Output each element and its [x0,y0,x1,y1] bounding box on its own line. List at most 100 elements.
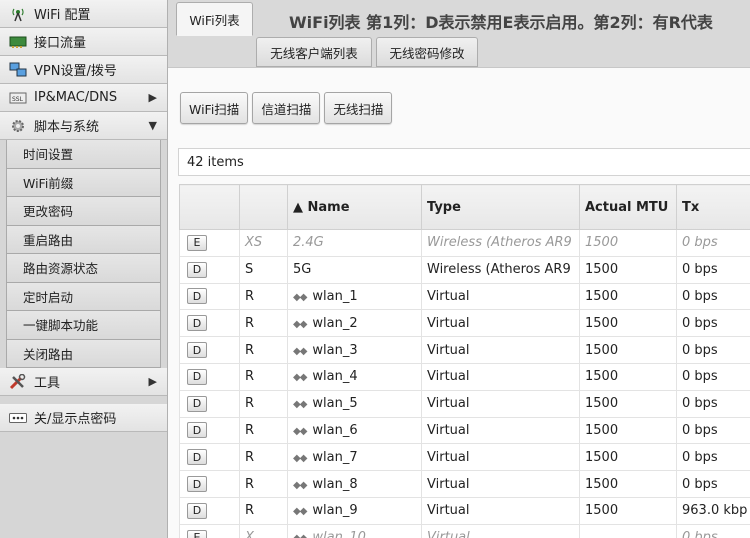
table-row[interactable]: D R ◆◆ wlan_4 Virtual 1500 0 bps [179,362,750,391]
table-row[interactable]: D R ◆◆ wlan_8 Virtual 1500 0 bps [179,470,750,498]
tab-wireless-password[interactable]: 无线密码修改 [376,37,478,67]
content-area: WiFi扫描 信道扫描 无线扫描 42 items ▲ Name Type Ac… [168,68,750,538]
toggle-state-button[interactable]: D [187,288,207,305]
cell-tx: 963.0 kbp [676,496,750,525]
cell-actual-mtu: 1500 [579,229,677,257]
sidebar-subitem-shutdown-router[interactable]: 关闭路由 [6,339,161,368]
sidebar-subitem-wifi-prefix[interactable]: WiFi前缀 [6,168,161,197]
sidebar-item-label: 工具 [34,376,61,391]
cell-tx: 0 bps [676,389,750,418]
cell-type: Wireless (Atheros AR9 [421,255,580,284]
toggle-state-button[interactable]: D [187,449,207,466]
cell-type: Virtual [421,309,580,338]
table-row[interactable]: E X ◆◆ wlan_10 Virtual 0 bps [179,523,750,538]
sidebar-item-vpn[interactable]: VPN设置/拨号 [0,56,167,84]
table-row[interactable]: E XS 2.4G Wireless (Atheros AR9 1500 0 bps [179,229,750,257]
virtual-link-icon: ◆◆ [293,479,307,491]
toggle-state-button[interactable]: D [187,342,207,359]
sidebar-subitem-change-password[interactable]: 更改密码 [6,197,161,226]
sidebar-item-label: 脚本与系统 [34,120,100,135]
interface-name: wlan_1 [312,288,358,304]
interface-name: wlan_3 [312,342,358,358]
cell-state: D [179,470,240,498]
cell-state: D [179,255,240,284]
sidebar-subitem-reboot-router[interactable]: 重启路由 [6,225,161,254]
cell-name: ◆◆ wlan_8 [287,470,422,498]
cell-flags: R [239,416,288,445]
interface-name: wlan_9 [312,503,358,519]
cell-name: ◆◆ wlan_2 [287,309,422,338]
sidebar-subitem-one-click-script[interactable]: 一键脚本功能 [6,311,161,340]
cell-name: ◆◆ wlan_9 [287,496,422,525]
cell-type: Wireless (Atheros AR9 [421,229,580,257]
wifi-scan-button[interactable]: WiFi扫描 [180,92,249,124]
items-count: 42 items [187,154,244,170]
wireless-scan-button[interactable]: 无线扫描 [324,92,393,124]
sidebar-item-label: VPN设置/拨号 [34,64,117,79]
cell-type: Virtual [421,282,580,311]
toggle-state-button[interactable]: E [187,529,207,538]
toggle-state-button[interactable]: D [187,368,207,385]
cell-actual-mtu: 1500 [579,496,677,525]
cell-state: E [179,229,240,257]
sidebar-item-scripts-system[interactable]: 脚本与系统 ▼ [0,112,167,140]
wifi-tower-icon [8,6,28,22]
sidebar-subitem-router-resources[interactable]: 路由资源状态 [6,254,161,283]
cell-flags: R [239,362,288,391]
toggle-state-button[interactable]: E [187,234,207,251]
cell-actual-mtu: 1500 [579,389,677,418]
chevron-right-icon: ▶ [148,375,157,388]
cell-name: ◆◆ wlan_6 [287,416,422,445]
cell-state: D [179,309,240,338]
sidebar-item-ip-mac-dns[interactable]: SSL IP&MAC/DNS ▶ [0,84,167,112]
toggle-state-button[interactable]: D [187,261,207,278]
cell-type: Virtual [421,362,580,391]
toggle-state-button[interactable]: D [187,476,207,493]
column-header-name[interactable]: ▲ Name [287,184,422,230]
toggle-state-button[interactable]: D [187,395,207,412]
table-row[interactable]: D R ◆◆ wlan_2 Virtual 1500 0 bps [179,309,750,338]
cell-name: ◆◆ wlan_1 [287,282,422,311]
cell-state: D [179,362,240,391]
table-row[interactable]: D R ◆◆ wlan_5 Virtual 1500 0 bps [179,389,750,418]
table-row[interactable]: D R ◆◆ wlan_1 Virtual 1500 0 bps [179,282,750,311]
sidebar-subitem-scheduled-start[interactable]: 定时启动 [6,282,161,311]
sidebar-item-label: WiFi 配置 [34,8,91,23]
virtual-link-icon: ◆◆ [293,533,307,538]
column-header-tx[interactable]: Tx [676,184,750,230]
cell-tx: 0 bps [676,523,750,538]
interface-name: wlan_2 [312,315,358,331]
wifi-table: ▲ Name Type Actual MTU Tx E XS 2.4G Wireles… [179,184,750,538]
cell-type: Virtual [421,470,580,498]
column-header-state[interactable] [179,184,240,230]
tab-wireless-clients[interactable]: 无线客户端列表 [256,37,372,67]
cell-tx: 0 bps [676,229,750,257]
channel-scan-button[interactable]: 信道扫描 [252,92,321,124]
cell-actual-mtu: 1500 [579,255,677,284]
column-header-type[interactable]: Type [421,184,580,230]
table-row[interactable]: D S 5G Wireless (Atheros AR9 1500 0 bps [179,255,750,284]
password-dots-icon [8,410,28,426]
chevron-down-icon: ▼ [148,119,157,132]
column-header-actual-mtu[interactable]: Actual MTU [579,184,677,230]
table-row[interactable]: D R ◆◆ wlan_3 Virtual 1500 0 bps [179,336,750,364]
cell-flags: R [239,336,288,364]
cell-type: Virtual [421,496,580,525]
sidebar-subitem-time-settings[interactable]: 时间设置 [6,140,161,169]
cell-tx: 0 bps [676,255,750,284]
sidebar-item-wifi-config[interactable]: WiFi 配置 [0,0,167,28]
sidebar-item-interface-traffic[interactable]: 接口流量 [0,28,167,56]
toggle-state-button[interactable]: D [187,502,207,519]
table-row[interactable]: D R ◆◆ wlan_9 Virtual 1500 963.0 kbp [179,496,750,525]
sidebar-item-password-toggle[interactable]: 关/显示点密码 [0,404,167,432]
cell-flags: R [239,496,288,525]
table-row[interactable]: D R ◆◆ wlan_7 Virtual 1500 0 bps [179,443,750,472]
column-header-flags[interactable] [239,184,288,230]
tab-wifi-list[interactable]: WiFi列表 [176,2,253,36]
virtual-link-icon: ◆◆ [293,345,307,357]
sidebar-item-tools[interactable]: 工具 ▶ [0,368,167,396]
cell-name: ◆◆ wlan_5 [287,389,422,418]
toggle-state-button[interactable]: D [187,422,207,439]
toggle-state-button[interactable]: D [187,315,207,332]
table-row[interactable]: D R ◆◆ wlan_6 Virtual 1500 0 bps [179,416,750,445]
